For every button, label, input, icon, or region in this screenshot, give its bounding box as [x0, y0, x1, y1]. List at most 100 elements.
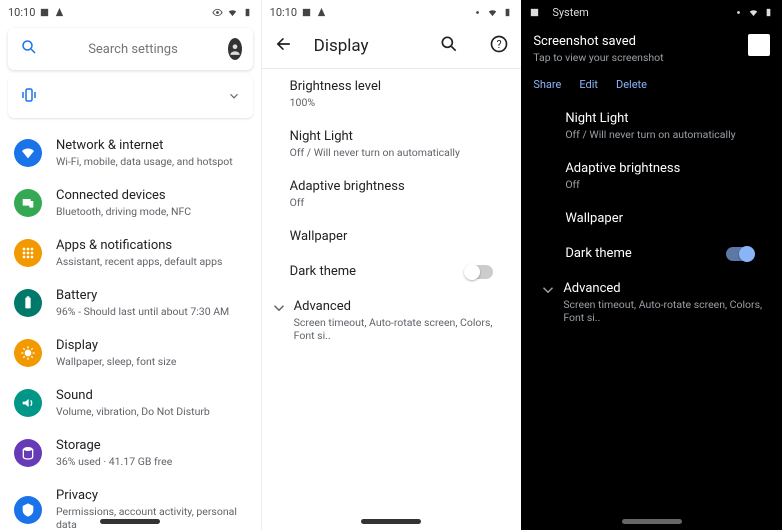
settings-row-display[interactable]: DisplayWallpaper, sleep, font size — [0, 328, 261, 378]
item-sub: Off / Will never turn on automatically — [290, 146, 494, 159]
row-title: Network & internet — [56, 138, 247, 153]
row-sub: Assistant, recent apps, default apps — [56, 255, 247, 268]
dark-theme-switch[interactable] — [726, 247, 754, 261]
display-icon — [14, 339, 42, 367]
display-item[interactable]: Adaptive brightness Off — [262, 169, 522, 219]
item-title: Night Light — [565, 111, 754, 126]
item-sub: Off — [290, 196, 494, 209]
row-sub: Permissions, account activity, personal … — [56, 505, 247, 530]
settings-row-wifi[interactable]: Network & internetWi-Fi, mobile, data us… — [0, 128, 261, 178]
screenshot-thumb[interactable] — [748, 34, 770, 56]
screenshot-indicator-icon — [39, 7, 50, 18]
svg-text:?: ? — [497, 38, 502, 51]
row-sub: Bluetooth, driving mode, NFC — [56, 205, 247, 218]
dark-theme-label: Dark theme — [290, 264, 466, 279]
wifi-status-icon — [227, 7, 238, 18]
advanced-sub: Screen timeout, Auto-rotate screen, Colo… — [294, 316, 494, 342]
search-icon[interactable] — [439, 34, 459, 58]
nav-pill[interactable] — [622, 519, 682, 524]
advanced-title: Advanced — [563, 281, 770, 296]
share-action[interactable]: Share — [533, 78, 561, 91]
item-sub: Off / Will never turn on automatically — [565, 128, 754, 141]
settings-main-panel: 10:10 Network & internetWi-Fi, mobile, d… — [0, 0, 261, 530]
notif-sub: Tap to view your screenshot — [533, 51, 740, 64]
display-item[interactable]: Wallpaper — [521, 201, 782, 236]
settings-list: Network & internetWi-Fi, mobile, data us… — [0, 124, 261, 530]
settings-row-devices[interactable]: Connected devices Bluetooth, driving mode… — [0, 178, 261, 228]
screenshot-indicator-icon — [301, 7, 312, 18]
display-item[interactable]: Night Light Off / Will never turn on auto… — [521, 101, 782, 151]
nav-indicator-icon — [316, 7, 327, 18]
settings-row-sound[interactable]: Sound Volume, vibration, Do Not Disturb — [0, 378, 261, 428]
row-sub: Wallpaper, sleep, font size — [56, 355, 247, 368]
battery-icon — [14, 289, 42, 317]
item-title: Brightness level — [290, 79, 494, 94]
chevron-down-icon — [227, 88, 241, 107]
settings-row-storage[interactable]: Storage 36% used · 41.17 GB free — [0, 428, 261, 478]
display-item[interactable]: Wallpaper — [262, 219, 522, 254]
battery-status-icon — [502, 7, 513, 18]
apps-icon — [14, 239, 42, 267]
display-item[interactable]: Adaptive brightnessOff — [521, 151, 782, 201]
row-sub: 36% used · 41.17 GB free — [56, 455, 247, 468]
eye-icon — [212, 7, 223, 18]
advanced-sub: Screen timeout, Auto-rotate screen, Colo… — [563, 298, 770, 324]
wifi-status-icon — [748, 7, 759, 18]
item-title: Wallpaper — [290, 229, 494, 244]
search-bar[interactable] — [8, 28, 253, 70]
vibration-icon — [20, 86, 38, 108]
advanced-row[interactable]: Advanced Screen timeout, Auto-rotate scr… — [521, 271, 782, 334]
dark-theme-label: Dark theme — [565, 246, 726, 261]
status-bar: System — [521, 0, 782, 24]
privacy-icon — [14, 496, 42, 524]
system-icon — [529, 7, 540, 18]
quick-card[interactable] — [8, 76, 253, 118]
chevron-down-icon — [539, 281, 557, 303]
row-sub: Volume, vibration, Do Not Disturb — [56, 405, 247, 418]
display-settings-panel: 10:10 Display ? Brightness level 100% Nigh… — [261, 0, 522, 530]
delete-action[interactable]: Delete — [616, 78, 647, 91]
chevron-down-icon — [270, 299, 288, 321]
row-sub: 96% - Should last until about 7:30 AM — [56, 305, 247, 318]
display-items-dark: Night Light Off / Will never turn on auto… — [521, 101, 782, 236]
status-bar: 10:10 — [0, 0, 261, 24]
row-title: Sound — [56, 388, 247, 403]
status-time: 10:10 — [8, 6, 35, 19]
status-time: 10:10 — [270, 6, 297, 19]
item-sub: Off — [565, 178, 754, 191]
display-header: Display ? — [262, 24, 522, 68]
item-sub: 100% — [290, 96, 494, 109]
dark-theme-switch[interactable] — [465, 265, 493, 279]
advanced-row[interactable]: Advanced Screen timeout, Auto-rotate scr… — [262, 289, 522, 352]
search-input[interactable] — [50, 42, 216, 57]
display-item[interactable]: Night Light Off / Will never turn on auto… — [262, 119, 522, 169]
page-title: Display — [314, 36, 420, 56]
settings-row-apps[interactable]: Apps & notifications Assistant, recent ap… — [0, 228, 261, 278]
item-title: Wallpaper — [565, 211, 754, 226]
avatar[interactable] — [228, 38, 242, 60]
settings-row-battery[interactable]: Battery96% - Should last until about 7:3… — [0, 278, 261, 328]
dark-theme-row[interactable]: Dark theme — [262, 254, 522, 289]
advanced-title: Advanced — [294, 299, 494, 314]
row-title: Storage — [56, 438, 247, 453]
eye-icon — [472, 7, 483, 18]
item-title: Adaptive brightness — [290, 179, 494, 194]
nav-indicator-icon — [54, 7, 65, 18]
row-title: Apps & notifications — [56, 238, 247, 253]
system-label: System — [544, 6, 597, 19]
edit-action[interactable]: Edit — [579, 78, 598, 91]
dark-theme-row[interactable]: Dark theme — [521, 236, 782, 271]
status-bar: 10:10 — [262, 0, 522, 24]
screenshot-notification[interactable]: Screenshot saved Tap to view your screen… — [521, 24, 782, 74]
help-icon[interactable]: ? — [489, 34, 509, 58]
nav-pill[interactable] — [100, 519, 160, 524]
row-title: Privacy — [56, 488, 247, 503]
search-icon — [20, 38, 38, 60]
nav-pill[interactable] — [361, 519, 421, 524]
back-icon[interactable] — [274, 34, 294, 58]
display-settings-dark-panel: System Screenshot saved Tap to view your… — [521, 0, 782, 530]
row-title: Connected devices — [56, 188, 247, 203]
display-item[interactable]: Brightness level 100% — [262, 69, 522, 119]
notif-actions: Share Edit Delete — [521, 74, 782, 101]
item-title: Night Light — [290, 129, 494, 144]
